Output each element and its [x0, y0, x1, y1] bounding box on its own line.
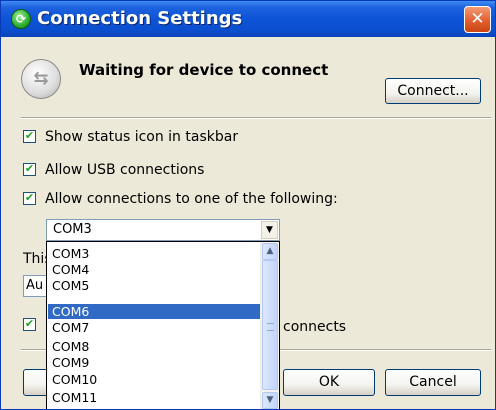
allow-usb-checkbox[interactable]: ✔	[23, 162, 36, 176]
port-select[interactable]: COM3 ▼	[46, 219, 280, 241]
divider	[21, 117, 491, 119]
connection-status-text: Waiting for device to connect	[79, 61, 329, 79]
close-icon: ✕	[470, 9, 485, 29]
ok-button[interactable]: OK	[283, 369, 375, 396]
allow-com-checkbox[interactable]: ✔	[23, 191, 36, 205]
scroll-down-button[interactable]: ▼	[262, 392, 278, 409]
sync-arrows-icon: ⇆	[21, 59, 61, 99]
dropdown-button[interactable]: ▼	[261, 221, 278, 239]
port-dropdown-list[interactable]: COM3 COM4 COM5 COM6 COM7 COM8 COM9 COM10…	[46, 241, 280, 409]
option-label: Show status icon in taskbar	[45, 129, 239, 145]
partially-hidden-checkbox[interactable]: ✔	[23, 317, 36, 331]
grip-icon	[267, 323, 274, 331]
port-option[interactable]: COM11	[48, 390, 262, 405]
port-option[interactable]: COM4	[48, 262, 262, 277]
chevron-down-icon: ▼	[266, 225, 273, 235]
arrow-up-icon: ▲	[266, 246, 274, 256]
option-label: Allow connections to one of the followin…	[45, 191, 338, 207]
connect-button[interactable]: Connect...	[385, 78, 481, 104]
close-button[interactable]: ✕	[464, 6, 491, 33]
connection-settings-window: ⟳ Connection Settings ✕ ⇆ Waiting for de…	[0, 0, 496, 410]
port-option[interactable]: COM3	[48, 246, 262, 261]
port-option[interactable]: COM8	[48, 339, 262, 354]
scroll-up-button[interactable]: ▲	[262, 243, 278, 260]
port-option-selected[interactable]: COM6	[48, 304, 262, 319]
scroll-thumb[interactable]	[262, 260, 278, 390]
arrow-down-icon: ▼	[266, 395, 274, 405]
option-label: Allow USB connections	[45, 162, 205, 178]
window-title: Connection Settings	[37, 8, 243, 29]
title-bar[interactable]: ⟳ Connection Settings ✕	[1, 1, 495, 37]
dropdown-scrollbar[interactable]: ▲ ▼	[260, 242, 279, 409]
port-option[interactable]: COM5	[48, 278, 262, 293]
port-select-value: COM3	[53, 222, 92, 237]
port-option[interactable]: COM10	[48, 372, 262, 387]
show-status-icon-checkbox[interactable]: ✔	[23, 129, 36, 143]
cancel-button[interactable]: Cancel	[385, 369, 481, 396]
port-option[interactable]: COM7	[48, 320, 262, 335]
app-icon: ⟳	[11, 9, 31, 29]
partially-hidden-option-label: connects	[283, 319, 347, 335]
port-option[interactable]: COM9	[48, 355, 262, 370]
